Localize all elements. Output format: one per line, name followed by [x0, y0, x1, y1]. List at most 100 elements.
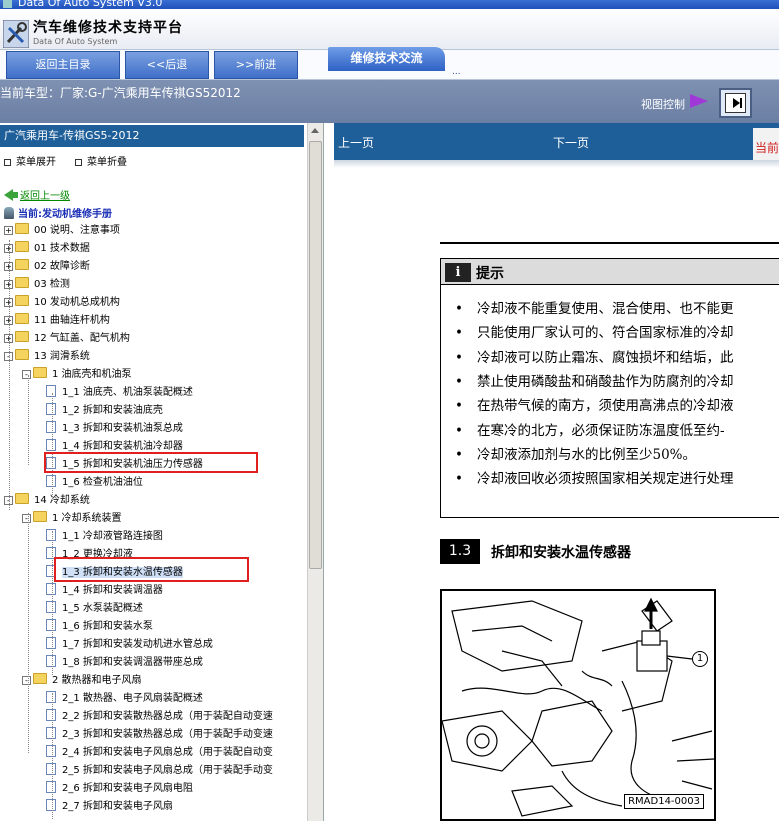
- page-icon: [46, 799, 56, 811]
- tree-node-label: 2_3 拆卸和安装散热器总成（用于装配手动变速: [62, 729, 273, 740]
- section-title: 拆卸和安装水温传感器: [491, 545, 631, 561]
- folder-icon: [15, 331, 29, 342]
- tree-node-label: 2 散热器和电子风扇: [52, 675, 142, 686]
- bullet-icon: •: [455, 471, 463, 488]
- note-text: 禁止使用磷酸盐和硝酸盐作为防腐剂的冷却: [477, 373, 734, 390]
- expand-toggle-icon[interactable]: +: [4, 226, 13, 235]
- next-page-link[interactable]: 下一页: [553, 134, 589, 151]
- tree-page-item[interactable]: 1_6 拆卸和安装水泵: [46, 618, 153, 636]
- tree-page-item[interactable]: 1_1 油底壳、机油泵装配概述: [46, 384, 193, 402]
- tree-folder[interactable]: +10 发动机总成机构: [4, 294, 120, 312]
- highlight-box: [44, 452, 258, 473]
- tree-node-label: 1_4 拆卸和安装调温器: [62, 585, 163, 596]
- tree-page-item[interactable]: 2_1 散热器、电子风扇装配概述: [46, 690, 203, 708]
- page-icon: [46, 475, 56, 487]
- back-button[interactable]: <<后退: [125, 51, 209, 79]
- arrow-right-icon: [690, 94, 708, 108]
- info-icon: i: [445, 263, 471, 282]
- tree-page-item[interactable]: 1_7 拆卸和安装发动机进水管总成: [46, 636, 213, 654]
- tree-folder[interactable]: +03 检测: [4, 276, 70, 294]
- tree-page-item[interactable]: 2_5 拆卸和安装电子风扇总成（用于装配手动变: [46, 762, 273, 780]
- callout-marker: 1: [692, 651, 708, 667]
- note-item: • 在热带气候的南方，须使用高沸点的冷却液: [455, 394, 734, 414]
- tree-folder[interactable]: -13 润滑系统: [4, 348, 90, 366]
- tree-folder[interactable]: +00 说明、注意事项: [4, 222, 120, 240]
- tree-page-item[interactable]: 1_3 拆卸和安装机油泵总成: [46, 420, 183, 438]
- engine-sketch: [442, 597, 714, 817]
- page-icon: [46, 439, 56, 451]
- note-text: 冷却液回收必须按照国家相关规定进行处理: [477, 471, 734, 488]
- tree-node-label: 2_2 拆卸和安装散热器总成（用于装配自动变速: [62, 711, 273, 722]
- left-nav-panel: 广汽乘用车-传祺GS5-2012 菜单展开 菜单折叠 返回上一级 当前:发动机维…: [0, 123, 324, 821]
- tree-node-label: 1_1 油底壳、机油泵装配概述: [62, 387, 193, 398]
- current-tag: 当前: [753, 128, 779, 160]
- section-number: 1.3: [440, 539, 480, 564]
- tree-folder[interactable]: - 1 冷却系统装置: [22, 510, 122, 528]
- tree-page-item[interactable]: 2_4 拆卸和安装电子风扇总成（用于装配自动变: [46, 744, 273, 762]
- note-text: 只能使用厂家认可的、符合国家标准的冷却: [477, 325, 734, 342]
- tree-folder[interactable]: +11 曲轴连杆机构: [4, 312, 110, 330]
- note-item: • 只能使用厂家认可的、符合国家标准的冷却: [455, 321, 734, 341]
- tree-node-label: 1 冷却系统装置: [52, 513, 122, 524]
- page-icon: [46, 637, 56, 649]
- tree-page-item[interactable]: 2_3 拆卸和安装散热器总成（用于装配手动变速: [46, 726, 273, 744]
- page-icon: [46, 385, 56, 397]
- bullet-icon: •: [455, 373, 463, 390]
- bullet-icon: •: [455, 301, 463, 317]
- note-text: 冷却液添加剂与水的比例至少50%。: [477, 446, 697, 463]
- tree-page-item[interactable]: 1_5 水泵装配概述: [46, 600, 143, 618]
- tree-folder[interactable]: +12 气缸盖、配气机构: [4, 330, 130, 348]
- tree-page-item[interactable]: 2_2 拆卸和安装散热器总成（用于装配自动变速: [46, 708, 273, 726]
- note-title: 提示: [476, 266, 504, 282]
- tree-folder[interactable]: - 2 散热器和电子风扇: [22, 672, 142, 690]
- scroll-thumb[interactable]: [309, 141, 322, 569]
- folder-icon: [15, 313, 29, 324]
- tree-page-item[interactable]: 1_1 冷却液管路连接图: [46, 528, 163, 546]
- note-item: • 冷却液不能重复使用、混合使用、也不能更: [455, 297, 734, 317]
- tree-page-item[interactable]: 1_8 拆卸和安装调温器带座总成: [46, 654, 203, 672]
- tab-more[interactable]: ...: [452, 67, 461, 77]
- collapse-toggle-icon[interactable]: -: [22, 514, 31, 523]
- note-text: 在寒冷的北方，必须保证防冻温度低至约-: [477, 422, 725, 439]
- prev-page-link[interactable]: 上一页: [338, 134, 374, 151]
- folder-icon: [33, 511, 47, 522]
- page-icon: [46, 727, 56, 739]
- folder-icon: [15, 295, 29, 306]
- page-icon: [46, 601, 56, 613]
- tree-page-item[interactable]: 1_2 拆卸和安装油底壳: [46, 402, 163, 420]
- tree-page-item[interactable]: 1_6 检查机油油位: [46, 474, 143, 492]
- tree-node-label: 1_7 拆卸和安装发动机进水管总成: [62, 639, 213, 650]
- collapse-toggle-icon[interactable]: -: [22, 676, 31, 685]
- collapse-toggle-icon[interactable]: -: [22, 370, 31, 379]
- tree-node-label: 11 曲轴连杆机构: [34, 315, 110, 326]
- tree-folder[interactable]: -14 冷却系统: [4, 492, 90, 510]
- nav-toolbar: 返回主目录 <<后退 >>前进 维修技术交流 ...: [0, 47, 779, 80]
- tree-folder[interactable]: +02 故障诊断: [4, 258, 90, 276]
- folder-icon: [33, 367, 47, 378]
- tab-repair-exchange[interactable]: 维修技术交流: [328, 47, 445, 71]
- tree-page-item[interactable]: 2_7 拆卸和安装电子风扇: [46, 798, 173, 816]
- scroll-up-icon[interactable]: [311, 128, 319, 133]
- tree-folder[interactable]: +01 技术数据: [4, 240, 90, 258]
- tree-scrollbar[interactable]: [307, 123, 323, 821]
- tree-node-label: 2_6 拆卸和安装电子风扇电阻: [62, 783, 193, 794]
- tree-page-item[interactable]: 1_4 拆卸和安装调温器: [46, 582, 163, 600]
- page-icon: [46, 403, 56, 415]
- bullet-icon: •: [455, 398, 463, 415]
- page-icon: [46, 655, 56, 667]
- note-text: 冷却液可以防止霜冻、腐蚀损坏和结垢，此: [477, 349, 734, 366]
- tree-node-label: 03 检测: [34, 279, 70, 290]
- diagram-code: RMAD14-0003: [624, 794, 704, 809]
- tree-folder[interactable]: - 1 油底壳和机油泵: [22, 366, 132, 384]
- home-button[interactable]: 返回主目录: [6, 51, 120, 79]
- tree-node-label: 12 气缸盖、配气机构: [34, 333, 130, 344]
- view-toggle-button[interactable]: [719, 88, 752, 118]
- note-item: • 禁止使用磷酸盐和硝酸盐作为防腐剂的冷却: [455, 370, 734, 390]
- forward-button[interactable]: >>前进: [214, 51, 298, 79]
- app-subtitle: Data Of Auto System: [33, 37, 118, 46]
- bullet-icon: •: [455, 422, 463, 439]
- tree-node-label: 1 油底壳和机油泵: [52, 369, 132, 380]
- page-icon: [46, 421, 56, 433]
- content-nav-bar: 上一页 下一页 当前: [334, 123, 779, 160]
- tree-page-item[interactable]: 2_6 拆卸和安装电子风扇电阻: [46, 780, 193, 798]
